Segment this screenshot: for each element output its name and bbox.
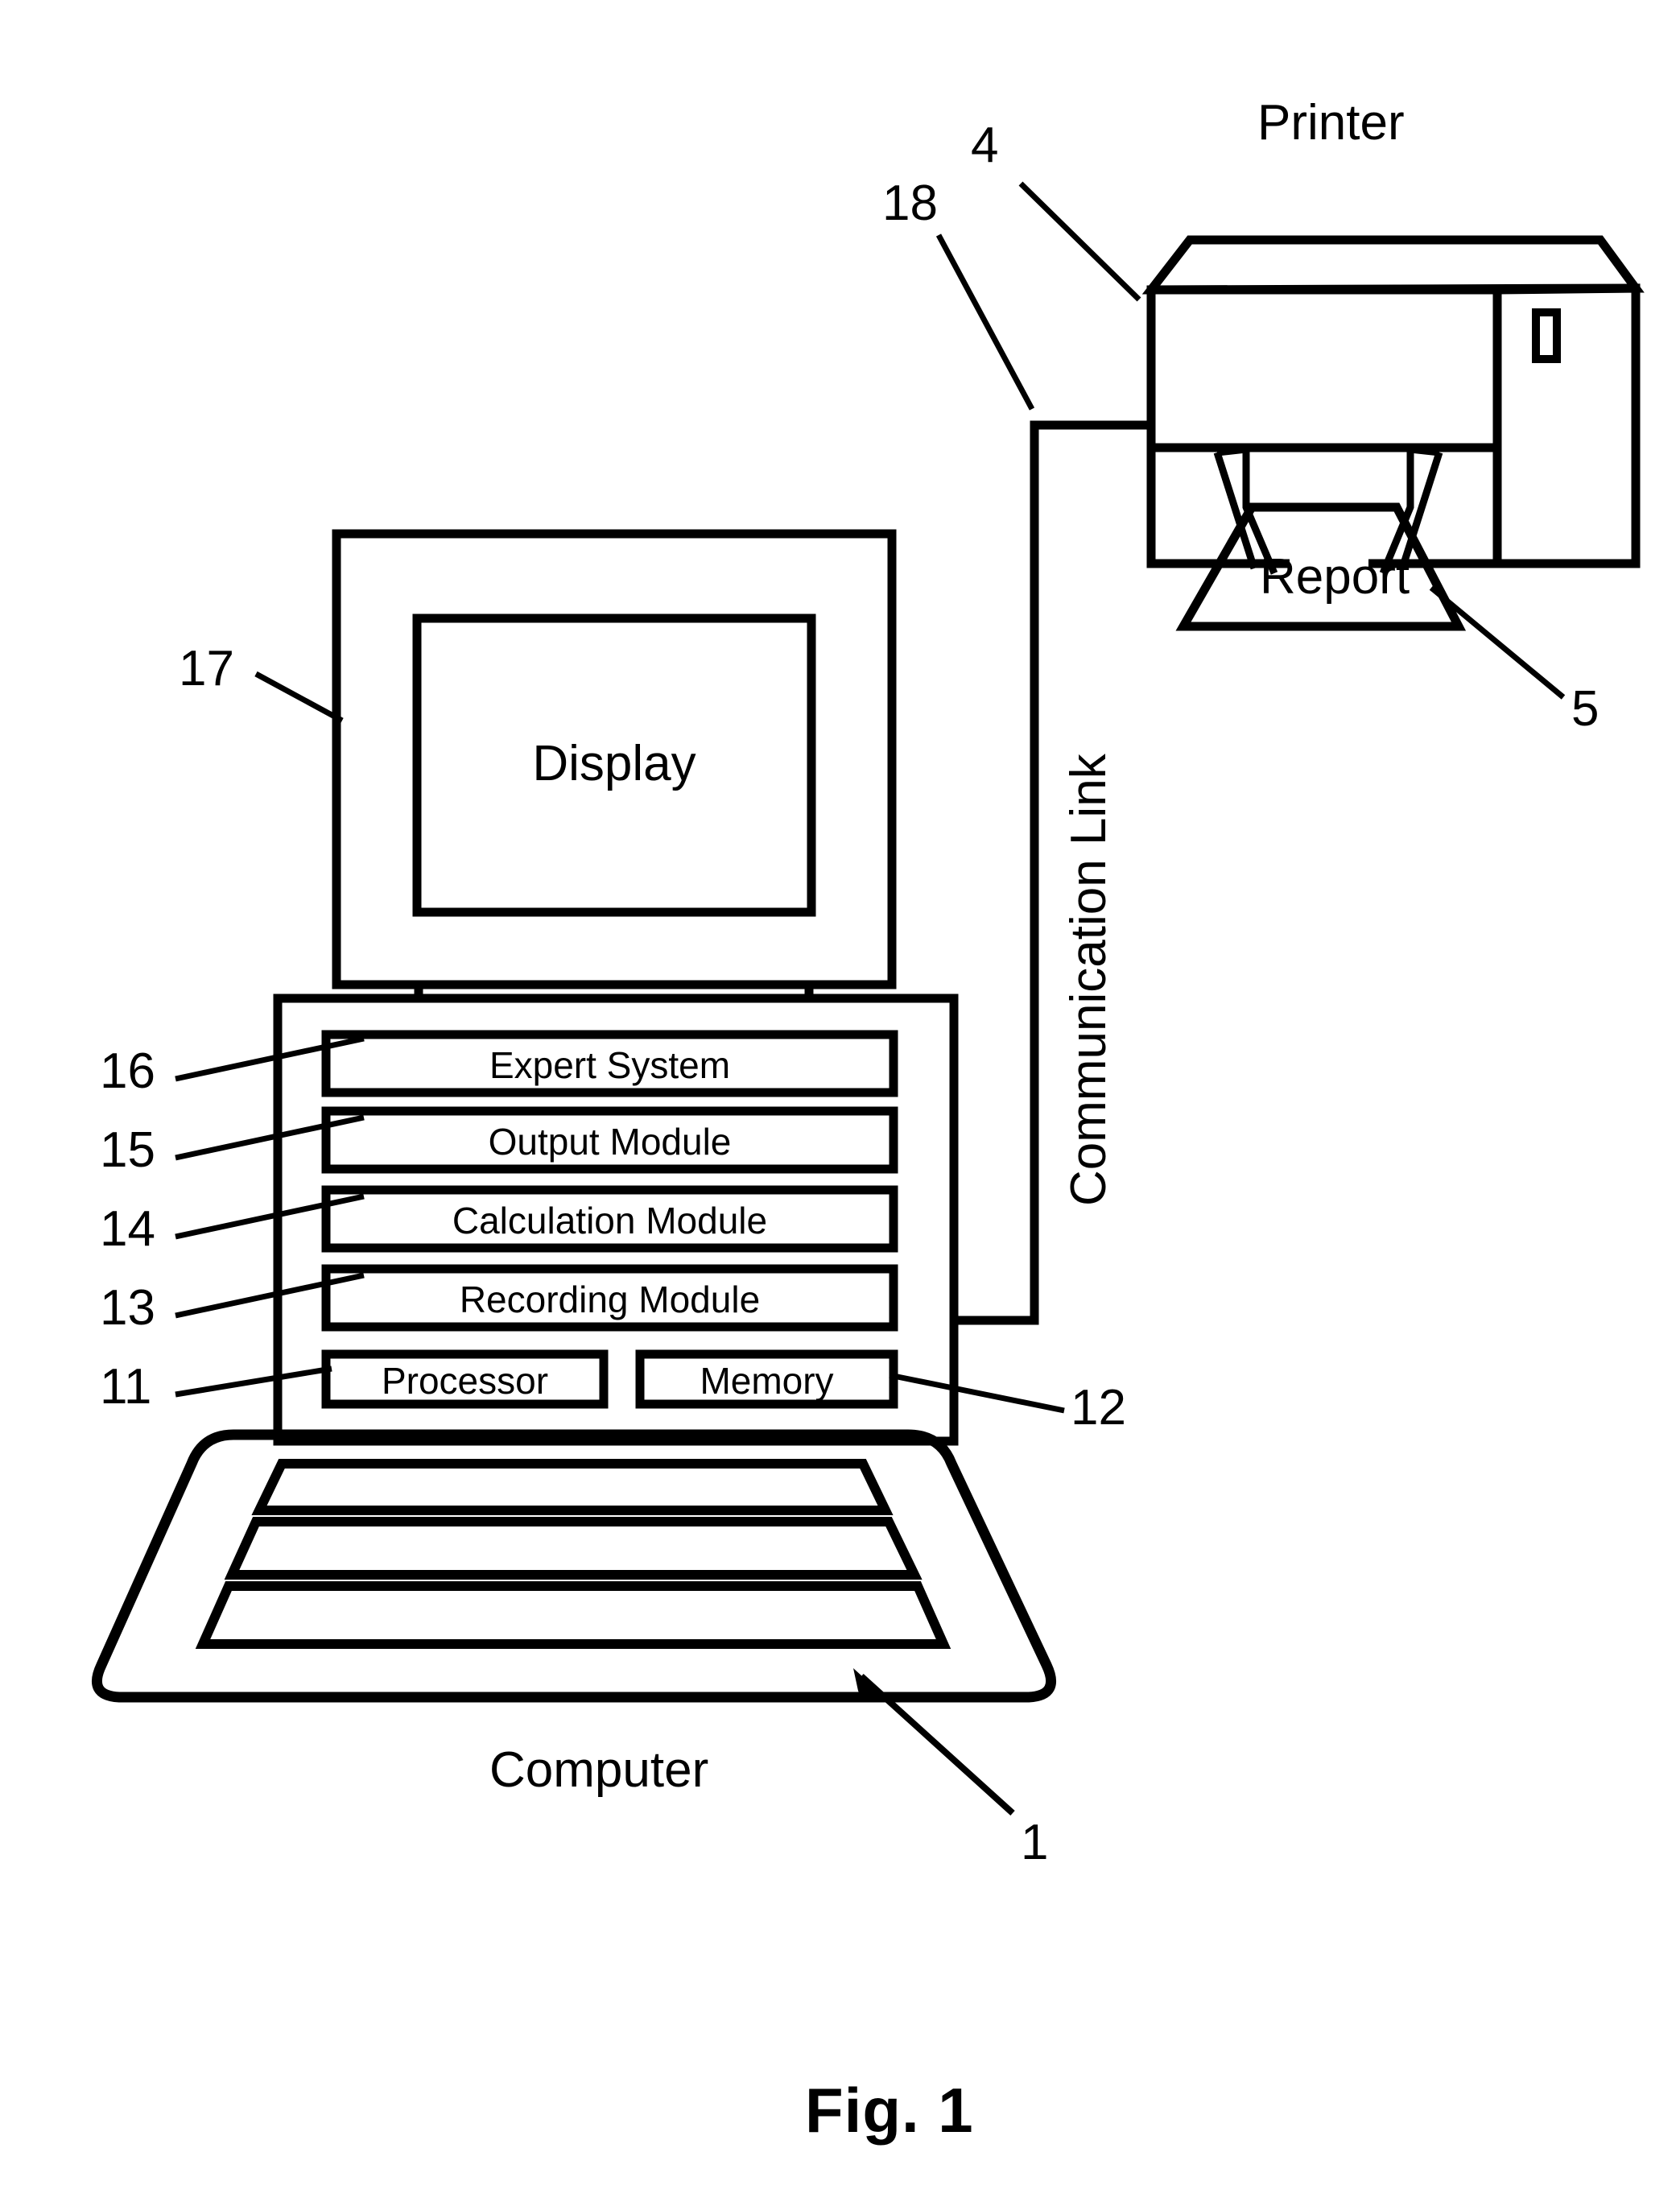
report-label: Report [1260,549,1410,605]
leader-line-17 [254,671,344,724]
ref-numeral-18: 18 [882,176,938,231]
ref-numeral-4: 4 [971,118,999,173]
communication-link-label: Communication Link [1061,754,1117,1206]
module-label-recording-module: Recording Module [459,1279,761,1320]
module-label-calculation-module: Calculation Module [452,1200,768,1241]
printer-button-icon [1532,308,1561,363]
printer-guide-rib-left-fill [1216,445,1247,456]
keyboard-row-3 [195,1581,951,1649]
ref-numeral-1: 1 [1021,1815,1049,1870]
ref-numeral-16: 16 [100,1043,155,1099]
leader-line-11 [175,1365,332,1398]
printer-top-face [1141,235,1645,295]
callout-arrow-1 [853,1668,1015,1816]
display-label: Display [532,736,696,791]
figure-line-art [91,181,1645,1816]
keyboard-row-1 [251,1459,894,1515]
ref-numeral-11: 11 [100,1359,152,1415]
leader-line-12 [889,1372,1065,1414]
figure-caption: Fig. 1 [805,2075,974,2146]
ref-numeral-5: 5 [1571,681,1600,737]
module-label-output-module: Output Module [488,1121,732,1163]
ref-numeral-15: 15 [100,1122,155,1178]
printer-right-panel [1492,283,1641,568]
ref-numeral-17: 17 [179,641,234,696]
ref-numeral-14: 14 [100,1201,155,1257]
leader-line-18 [935,233,1035,411]
module-label-expert-system: Expert System [489,1044,731,1086]
printer-guide-rib-right-fill [1410,445,1440,456]
keyboard-row-2 [224,1517,923,1580]
leader-line-4 [1018,181,1141,302]
hardware-label-processor: Processor [381,1360,549,1402]
printer-body-front [1146,285,1502,452]
hardware-label-memory: Memory [700,1360,834,1402]
printer-label: Printer [1257,95,1405,151]
computer-label: Computer [489,1742,709,1798]
ref-numeral-13: 13 [100,1280,155,1336]
keyboard-illustration [91,1429,1057,1703]
ref-numeral-12: 12 [1071,1380,1126,1436]
patent-figure: Printer 4 Report 5 18 Communication Link… [0,0,1680,2206]
communication-link-wire [954,420,1153,1325]
leader-line-5 [1429,585,1566,700]
